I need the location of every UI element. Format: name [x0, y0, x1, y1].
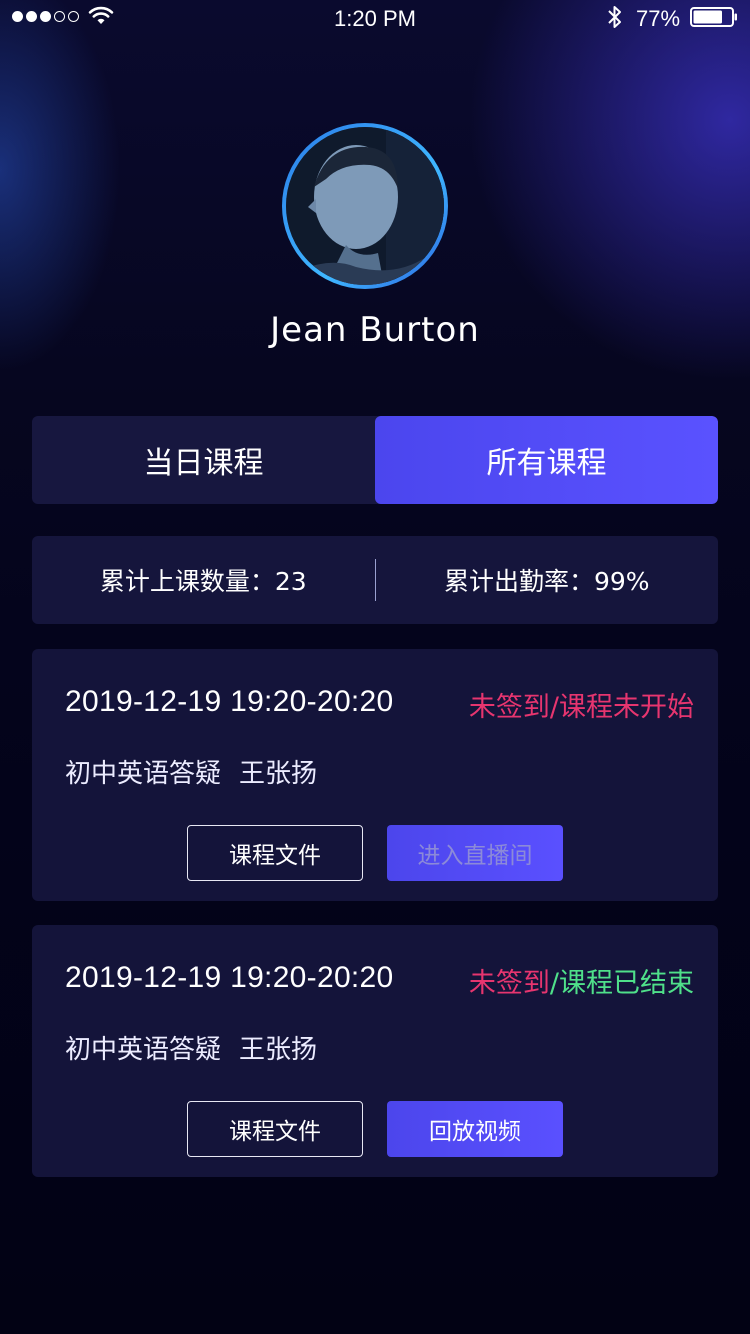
course-teacher: 王张扬 — [239, 1035, 318, 1065]
tab-today-courses[interactable]: 当日课程 — [32, 416, 375, 504]
tab-all-courses[interactable]: 所有课程 — [375, 416, 718, 504]
status-separator: / — [549, 968, 559, 999]
course-time: 2019-12-19 19:20-20:20 — [65, 961, 394, 994]
course-card: 2019-12-19 19:20-20:20 未签到/课程未开始 初中英语答疑王… — [32, 649, 718, 901]
stat-course-count: 累计上课数量：23 — [32, 562, 375, 598]
course-files-button[interactable]: 课程文件 — [187, 1101, 363, 1157]
stat-rate-value: 99% — [593, 567, 650, 596]
user-name: Jean Burton — [270, 310, 480, 350]
stat-rate-label: 累计出勤率： — [443, 567, 594, 596]
course-card: 2019-12-19 19:20-20:20 未签到/课程已结束 初中英语答疑王… — [32, 925, 718, 1177]
course-time: 2019-12-19 19:20-20:20 — [65, 685, 394, 718]
stats-panel: 累计上课数量：23 累计出勤率：99% — [32, 536, 718, 624]
course-info: 初中英语答疑 王张扬 — [65, 1029, 317, 1066]
avatar[interactable] — [282, 123, 448, 289]
course-progress-status: 课程已结束 — [559, 968, 694, 999]
stat-attendance-rate: 累计出勤率：99% — [376, 562, 719, 598]
course-teacher: 王张扬 — [239, 759, 318, 789]
course-tabs: 当日课程 所有课程 — [32, 416, 718, 504]
checkin-status: 未签到 — [468, 692, 550, 723]
course-files-button[interactable]: 课程文件 — [187, 825, 363, 881]
status-separator: / — [549, 692, 559, 723]
battery-icon — [690, 7, 737, 27]
stat-count-label: 累计上课数量： — [99, 567, 275, 596]
bluetooth-icon — [608, 6, 621, 28]
battery-percent: 77% — [636, 6, 681, 31]
course-status: 未签到/课程未开始 — [469, 685, 694, 724]
status-bar: 1:20 PM 77% — [0, 0, 750, 40]
course-title: 初中英语答疑 — [65, 1035, 222, 1065]
checkin-status: 未签到 — [468, 968, 550, 999]
stat-count-value: 23 — [274, 567, 307, 596]
enter-live-room-button[interactable]: 进入直播间 — [387, 825, 563, 881]
course-progress-status: 课程未开始 — [559, 692, 694, 723]
avatar-photo — [286, 127, 444, 285]
course-status: 未签到/课程已结束 — [469, 961, 694, 1000]
playback-video-button[interactable]: 回放视频 — [387, 1101, 563, 1157]
course-title: 初中英语答疑 — [65, 759, 222, 789]
course-info: 初中英语答疑 王张扬 — [65, 753, 317, 790]
